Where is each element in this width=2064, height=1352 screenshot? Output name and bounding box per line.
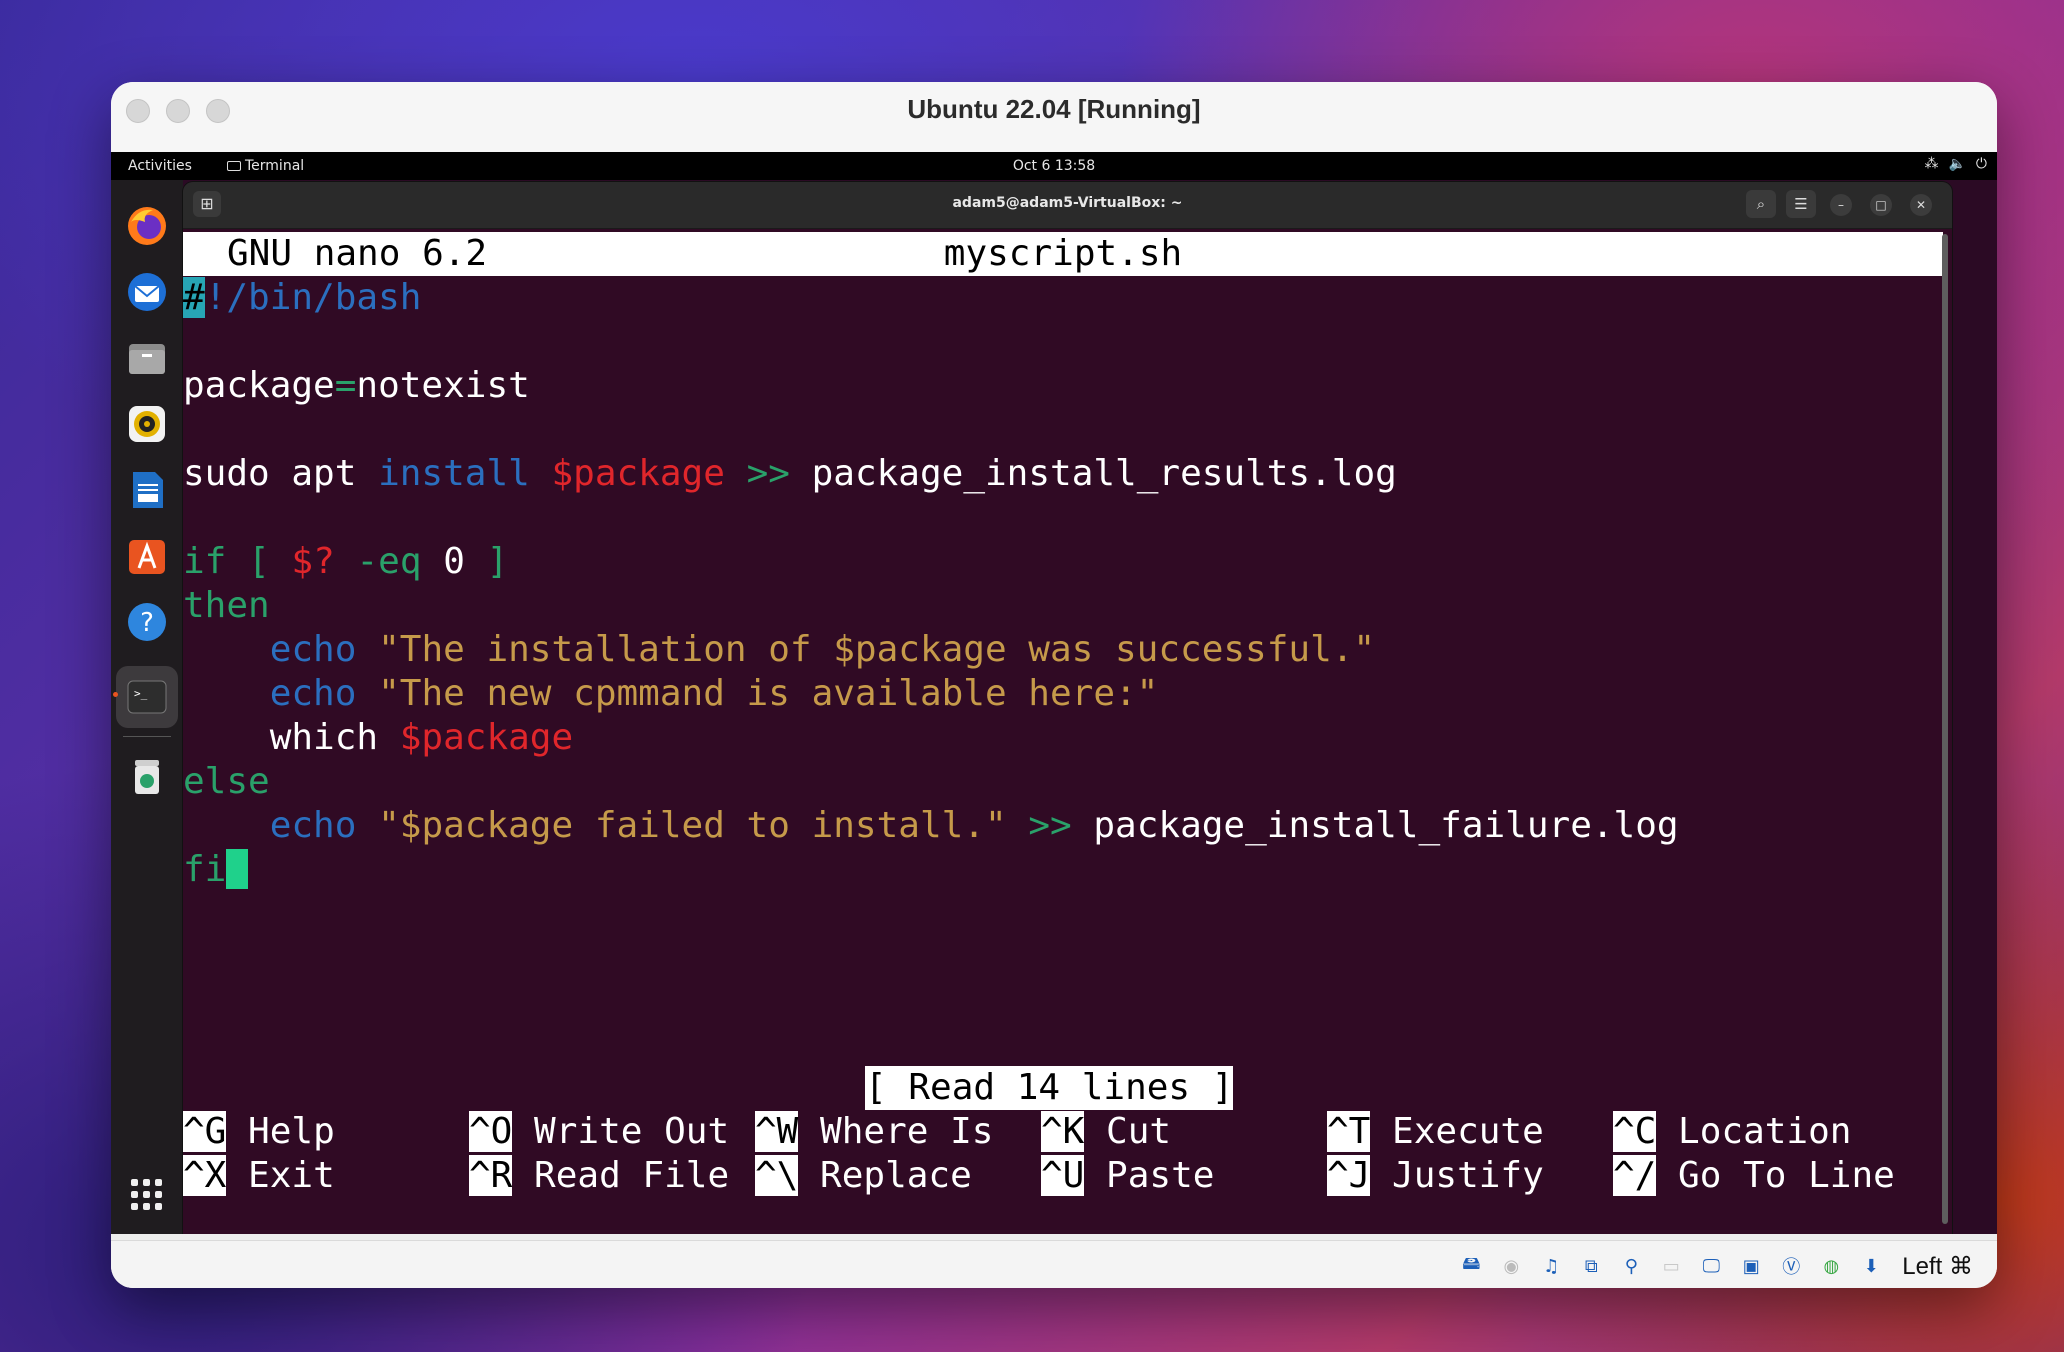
- code-line-10: echo "The new cpmmand is available here:…: [269, 673, 1159, 714]
- trash-icon[interactable]: [123, 752, 171, 800]
- shortcut-read-file: ^R Read File: [469, 1155, 730, 1196]
- terminal-window[interactable]: ⊞ adam5@adam5-VirtualBox: ~ ⌕ ☰ – □ ✕ GN…: [183, 182, 1952, 1234]
- system-tray[interactable]: ⁂ 🔈 ⏻: [1924, 156, 1987, 172]
- dock: ? >_: [111, 180, 183, 1234]
- terminal-scrollbar[interactable]: [1942, 234, 1948, 1224]
- shortcut-help: ^G Help: [183, 1111, 335, 1152]
- app-center-icon[interactable]: [123, 532, 171, 580]
- terminal-headerbar: ⊞ adam5@adam5-VirtualBox: ~ ⌕ ☰ – □ ✕: [183, 182, 1952, 229]
- code-line-13: echo "$package failed to install." >> pa…: [269, 805, 1679, 846]
- display-icon[interactable]: 🖵: [1696, 1251, 1726, 1281]
- svg-text:?: ?: [140, 608, 154, 638]
- help-icon[interactable]: ?: [123, 598, 171, 646]
- keyboard-capture-icon[interactable]: ⬇: [1856, 1251, 1886, 1281]
- hamburger-icon: ☰: [1794, 195, 1808, 213]
- host-key-label[interactable]: Left ⌘: [1902, 1252, 1973, 1281]
- code-line-5: sudo apt install $package >> package_ins…: [183, 453, 1397, 494]
- files-icon[interactable]: [123, 334, 171, 382]
- code-line-14: fi: [183, 848, 249, 892]
- code-line-9: echo "The installation of $package was s…: [269, 629, 1376, 670]
- firefox-icon[interactable]: [123, 202, 171, 250]
- terminal-icon[interactable]: >_: [123, 673, 171, 721]
- terminal-title: adam5@adam5-VirtualBox: ~: [952, 195, 1183, 211]
- recording-icon[interactable]: ▣: [1736, 1251, 1766, 1281]
- gnome-top-bar: Activities Terminal Oct 6 13:58 ⁂ 🔈 ⏻: [111, 152, 1997, 180]
- search-icon: ⌕: [1756, 195, 1766, 213]
- vbox-status-bar: 🖴 ◉ ♫ ⧉ ⚲ ▭ 🖵 ▣ Ⓥ ◍ ⬇ Left ⌘: [111, 1240, 1997, 1288]
- code-line-7: if [ $? -eq 0 ]: [183, 541, 509, 582]
- optical-drive-icon[interactable]: ◉: [1496, 1251, 1526, 1281]
- maximize-button[interactable]: □: [1870, 194, 1892, 216]
- thunderbird-icon[interactable]: [123, 268, 171, 316]
- code-line-1: #!/bin/bash: [183, 277, 422, 318]
- menu-button[interactable]: ☰: [1786, 190, 1816, 218]
- guest-display[interactable]: Activities Terminal Oct 6 13:58 ⁂ 🔈 ⏻ ? …: [111, 152, 1997, 1234]
- vbox-window-title: Ubuntu 22.04 [Running]: [907, 94, 1201, 124]
- nano-status-message: [ Read 14 lines ]: [865, 1066, 1234, 1110]
- code-line-11: which $package: [269, 717, 574, 758]
- nano-title-bar: GNU nano 6.2 myscript.sh: [183, 232, 1943, 276]
- shortcut-where-is: ^W Where Is: [755, 1111, 994, 1152]
- clock[interactable]: Oct 6 13:58: [111, 158, 1997, 174]
- power-icon: ⏻: [1975, 156, 1987, 172]
- search-button[interactable]: ⌕: [1746, 190, 1776, 218]
- mouse-integration-icon[interactable]: ◍: [1816, 1251, 1846, 1281]
- code-line-12: else: [183, 761, 270, 802]
- nano-filename: myscript.sh: [943, 233, 1183, 274]
- svg-text:>_: >_: [134, 687, 148, 700]
- maximize-icon: □: [1875, 198, 1887, 212]
- nano-editor[interactable]: GNU nano 6.2 myscript.sh #!/bin/bash pac…: [183, 228, 1943, 1228]
- vbox-titlebar: Ubuntu 22.04 [Running]: [111, 82, 1997, 153]
- audio-icon[interactable]: ♫: [1536, 1251, 1566, 1281]
- running-indicator: [113, 692, 118, 697]
- virtualbox-window: Ubuntu 22.04 [Running] Activities Termin…: [111, 82, 1997, 1288]
- rhythmbox-icon[interactable]: [123, 400, 171, 448]
- code-line-8: then: [183, 585, 270, 626]
- shortcut-location: ^C Location: [1613, 1111, 1852, 1152]
- shortcut-paste: ^U Paste: [1041, 1155, 1215, 1196]
- close-icon: ✕: [1915, 198, 1927, 212]
- code-line-3: package=notexist: [183, 365, 530, 406]
- volume-icon: 🔈: [1948, 156, 1966, 172]
- shortcut-cut: ^K Cut: [1041, 1111, 1172, 1152]
- text-cursor: [226, 849, 249, 889]
- shortcut-execute: ^T Execute: [1327, 1111, 1544, 1152]
- vt-x-icon[interactable]: Ⓥ: [1776, 1251, 1806, 1281]
- libreoffice-writer-icon[interactable]: [123, 466, 171, 514]
- shortcut-write-out: ^O Write Out: [469, 1111, 730, 1152]
- shortcut-go-to-line: ^/ Go To Line: [1613, 1155, 1895, 1196]
- minimize-icon: –: [1838, 198, 1844, 212]
- minimize-button[interactable]: –: [1830, 194, 1852, 216]
- show-apps-grid-icon[interactable]: [131, 1179, 163, 1211]
- dock-separator: [123, 736, 171, 737]
- network-adapter-icon[interactable]: ⧉: [1576, 1251, 1606, 1281]
- usb-icon[interactable]: ⚲: [1616, 1251, 1646, 1281]
- shortcut-replace: ^\ Replace: [755, 1155, 972, 1196]
- shared-folders-icon[interactable]: ▭: [1656, 1251, 1686, 1281]
- close-button[interactable]: ✕: [1910, 194, 1932, 216]
- hard-disk-icon[interactable]: 🖴: [1456, 1251, 1486, 1281]
- shortcut-justify: ^J Justify: [1327, 1155, 1544, 1196]
- vbox-device-icons: 🖴 ◉ ♫ ⧉ ⚲ ▭ 🖵 ▣ Ⓥ ◍ ⬇ Left ⌘: [1456, 1251, 1973, 1281]
- shortcut-exit: ^X Exit: [183, 1155, 335, 1196]
- network-icon: ⁂: [1924, 156, 1939, 172]
